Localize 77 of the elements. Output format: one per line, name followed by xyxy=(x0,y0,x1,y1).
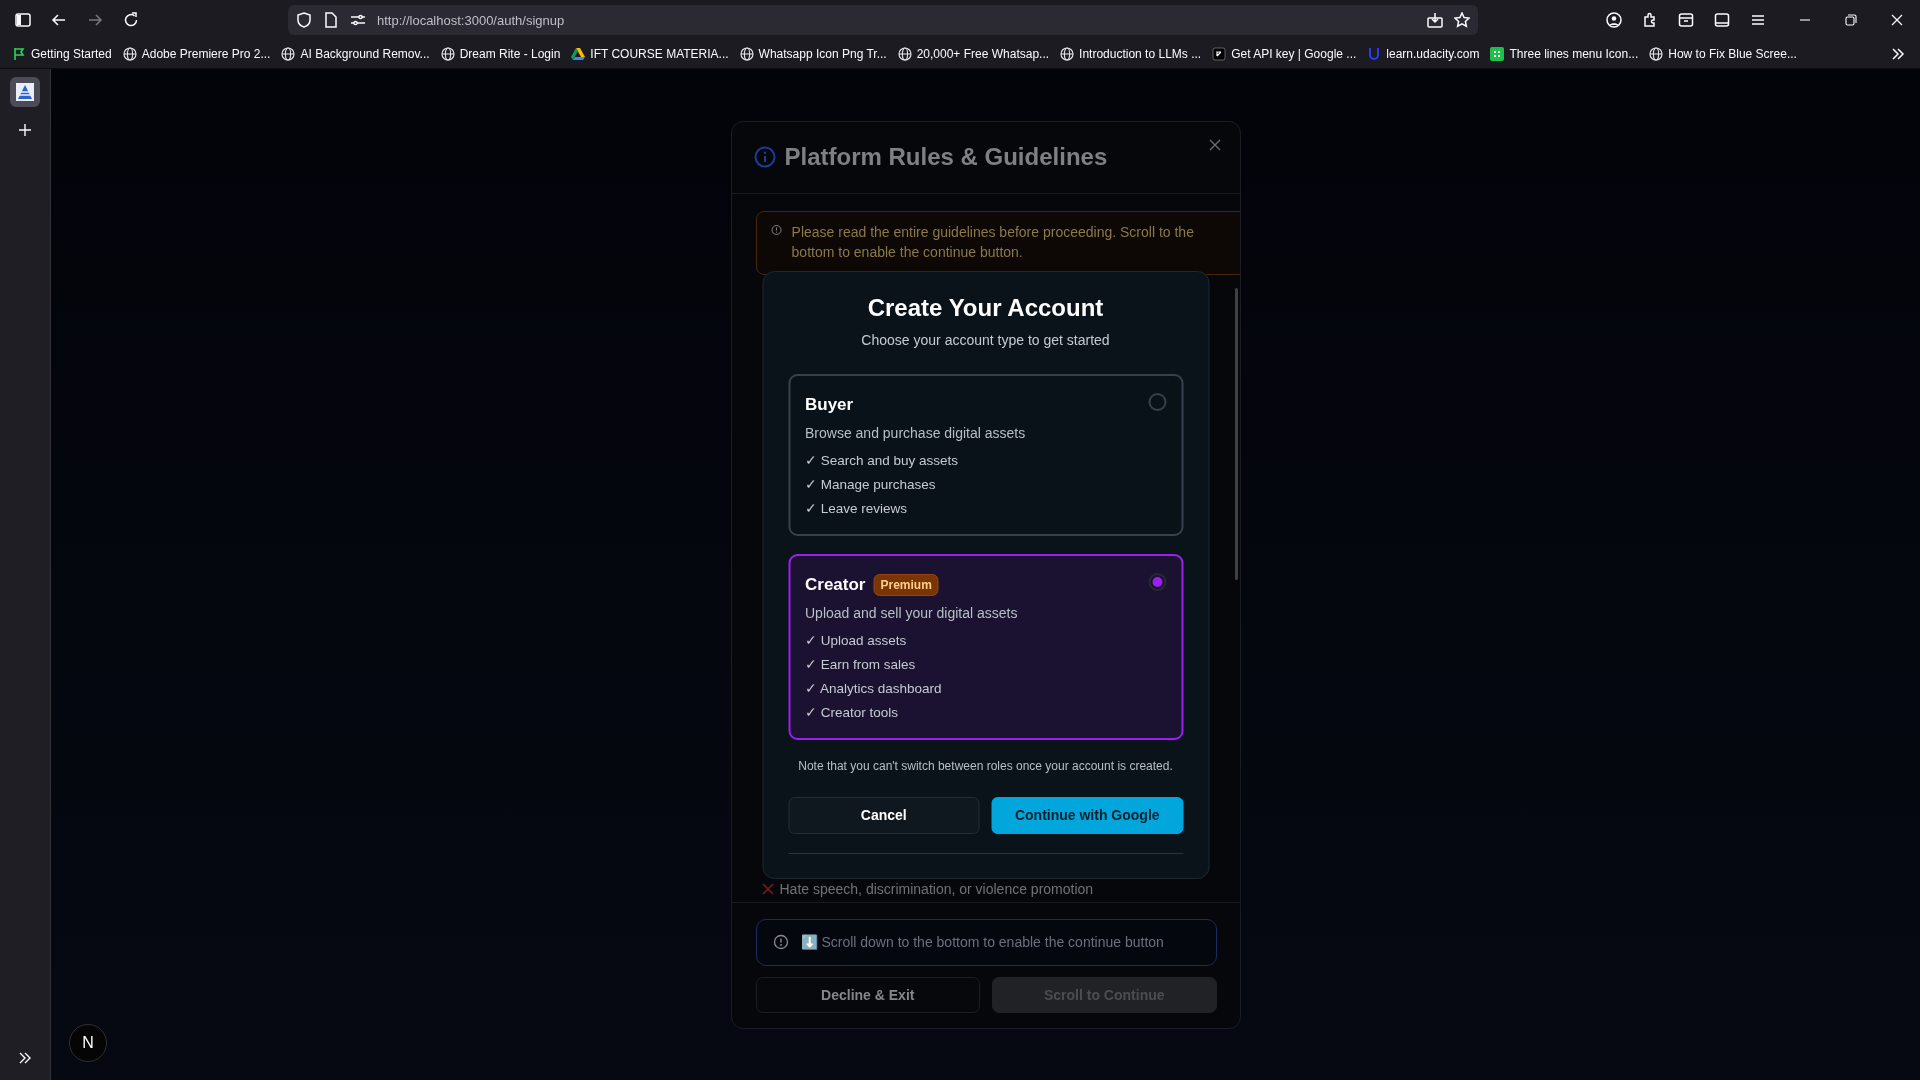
globe-icon xyxy=(1060,47,1075,61)
bookmark-link[interactable]: Dream Rite - Login xyxy=(440,47,561,61)
cancel-button[interactable]: Cancel xyxy=(788,796,980,834)
sidebar-app-tile[interactable] xyxy=(10,77,40,107)
grid-logo-icon xyxy=(1490,47,1505,61)
rule-text: Hate speech, discrimination, or violence promotion xyxy=(779,880,1094,897)
download-icon[interactable] xyxy=(1427,12,1443,28)
forward-arrow-icon[interactable] xyxy=(87,12,103,28)
double-chevron-icon[interactable] xyxy=(1890,46,1906,62)
triangle-logo-icon xyxy=(571,47,586,61)
globe-icon xyxy=(122,47,137,61)
role-description: Upload and sell your digital assets xyxy=(805,603,1019,623)
feature-item: ✓ Analytics dashboard xyxy=(805,679,943,698)
feature-item: ✓ Upload assets xyxy=(805,631,908,650)
radio-button[interactable] xyxy=(1148,572,1166,591)
role-name: Buyer xyxy=(805,394,854,415)
u-logo-icon xyxy=(1367,47,1382,61)
dev-indicator-button[interactable]: N xyxy=(69,1024,107,1062)
bookmark-link[interactable]: 20,000+ Free Whatsap... xyxy=(897,47,1050,61)
role-description: Browse and purchase digital assets xyxy=(805,423,1027,443)
notice-text: ⬇ Scroll down to the bottom to enable the continue button xyxy=(800,934,1164,950)
feature-item: ✓ Search and buy assets xyxy=(805,451,960,470)
reload-icon[interactable] xyxy=(123,12,139,28)
bookmark-link[interactable]: Three lines menu Icon... xyxy=(1490,47,1639,61)
pyramid-logo-icon xyxy=(16,83,34,101)
globe-icon xyxy=(281,47,296,61)
shield-icon xyxy=(296,12,312,28)
bookmark-link[interactable]: Introduction to LLMs ... xyxy=(1060,47,1202,61)
menu-icon[interactable] xyxy=(1750,12,1766,28)
plus-icon[interactable] xyxy=(18,123,32,137)
role-option-card[interactable]: Creator Premium Upload and sell your digital assets ✓ Upload assets ✓ Earn from sales ✓ Analytics dashboard ✓ Creator tools xyxy=(788,553,1183,740)
warning-text: Please read the entire guidelines before proceeding. Scroll to the bottom to enable the continue button. xyxy=(791,222,1195,262)
sidebar-toggle-icon[interactable] xyxy=(15,12,31,28)
bookmark-link[interactable]: AI Background Remov... xyxy=(281,47,430,61)
radio-button[interactable] xyxy=(1148,392,1166,411)
feature-item: ✓ Manage purchases xyxy=(805,475,937,494)
globe-icon xyxy=(440,47,455,61)
globe-icon xyxy=(739,47,754,61)
bookmark-link[interactable]: How to Fix Blue Scree... xyxy=(1649,47,1797,61)
role-name: Creator xyxy=(805,574,866,595)
alert-circle-icon xyxy=(772,934,789,950)
globe-icon xyxy=(1649,47,1664,61)
restore-icon[interactable] xyxy=(1843,12,1859,28)
info-icon xyxy=(753,146,776,168)
star-icon[interactable] xyxy=(1454,12,1470,28)
page-icon xyxy=(323,12,339,28)
external-page-icon xyxy=(1212,47,1227,61)
account-icon[interactable] xyxy=(1606,12,1622,28)
dialog-title: Create Your Account xyxy=(866,292,1105,323)
archive-box-icon[interactable] xyxy=(1678,12,1694,28)
role-note: Note that you can't switch between roles once your account is created. xyxy=(797,758,1174,773)
bookmark-link[interactable]: learn.udacity.com xyxy=(1367,47,1480,61)
dialog-title: Platform Rules & Guidelines xyxy=(784,143,1108,171)
permissions-icon[interactable] xyxy=(350,12,366,28)
double-chevron-icon[interactable] xyxy=(17,1050,33,1066)
puzzle-piece-icon[interactable] xyxy=(1642,12,1658,28)
address-bar[interactable]: http://localhost:3000/auth/signup xyxy=(288,5,1478,35)
feature-item: ✓ Earn from sales xyxy=(805,655,917,674)
dialog-subtitle: Choose your account type to get started xyxy=(860,330,1111,350)
premium-badge: Premium xyxy=(873,573,939,596)
close-icon[interactable] xyxy=(1889,12,1905,28)
bookmark-link[interactable]: Adobe Premiere Pro 2... xyxy=(122,47,271,61)
decline-button[interactable]: Decline & Exit xyxy=(755,976,980,1013)
feature-item: ✓ Creator tools xyxy=(805,703,900,722)
google-continue-button[interactable]: Continue with Google xyxy=(991,796,1183,834)
bookmark-link[interactable]: Getting Started xyxy=(12,47,112,61)
scrollbar-thumb[interactable] xyxy=(1234,287,1238,580)
bookmark-link[interactable]: Get API key | Google ... xyxy=(1212,47,1357,61)
feature-item: ✓ Leave reviews xyxy=(805,499,909,518)
globe-icon xyxy=(897,47,912,61)
panel-icon[interactable] xyxy=(1714,12,1730,28)
role-option-card[interactable]: Buyer Browse and purchase digital assets ✓ Search and buy assets ✓ Manage purchases ✓ Leave reviews xyxy=(788,373,1183,536)
bookmark-link[interactable]: Whatsapp Icon Png Tr... xyxy=(739,47,887,61)
back-arrow-icon[interactable] xyxy=(51,12,67,28)
bookmark-link[interactable]: IFT COURSE MATERIA... xyxy=(571,47,729,61)
flag-icon xyxy=(12,47,26,61)
cross-icon xyxy=(761,882,774,895)
